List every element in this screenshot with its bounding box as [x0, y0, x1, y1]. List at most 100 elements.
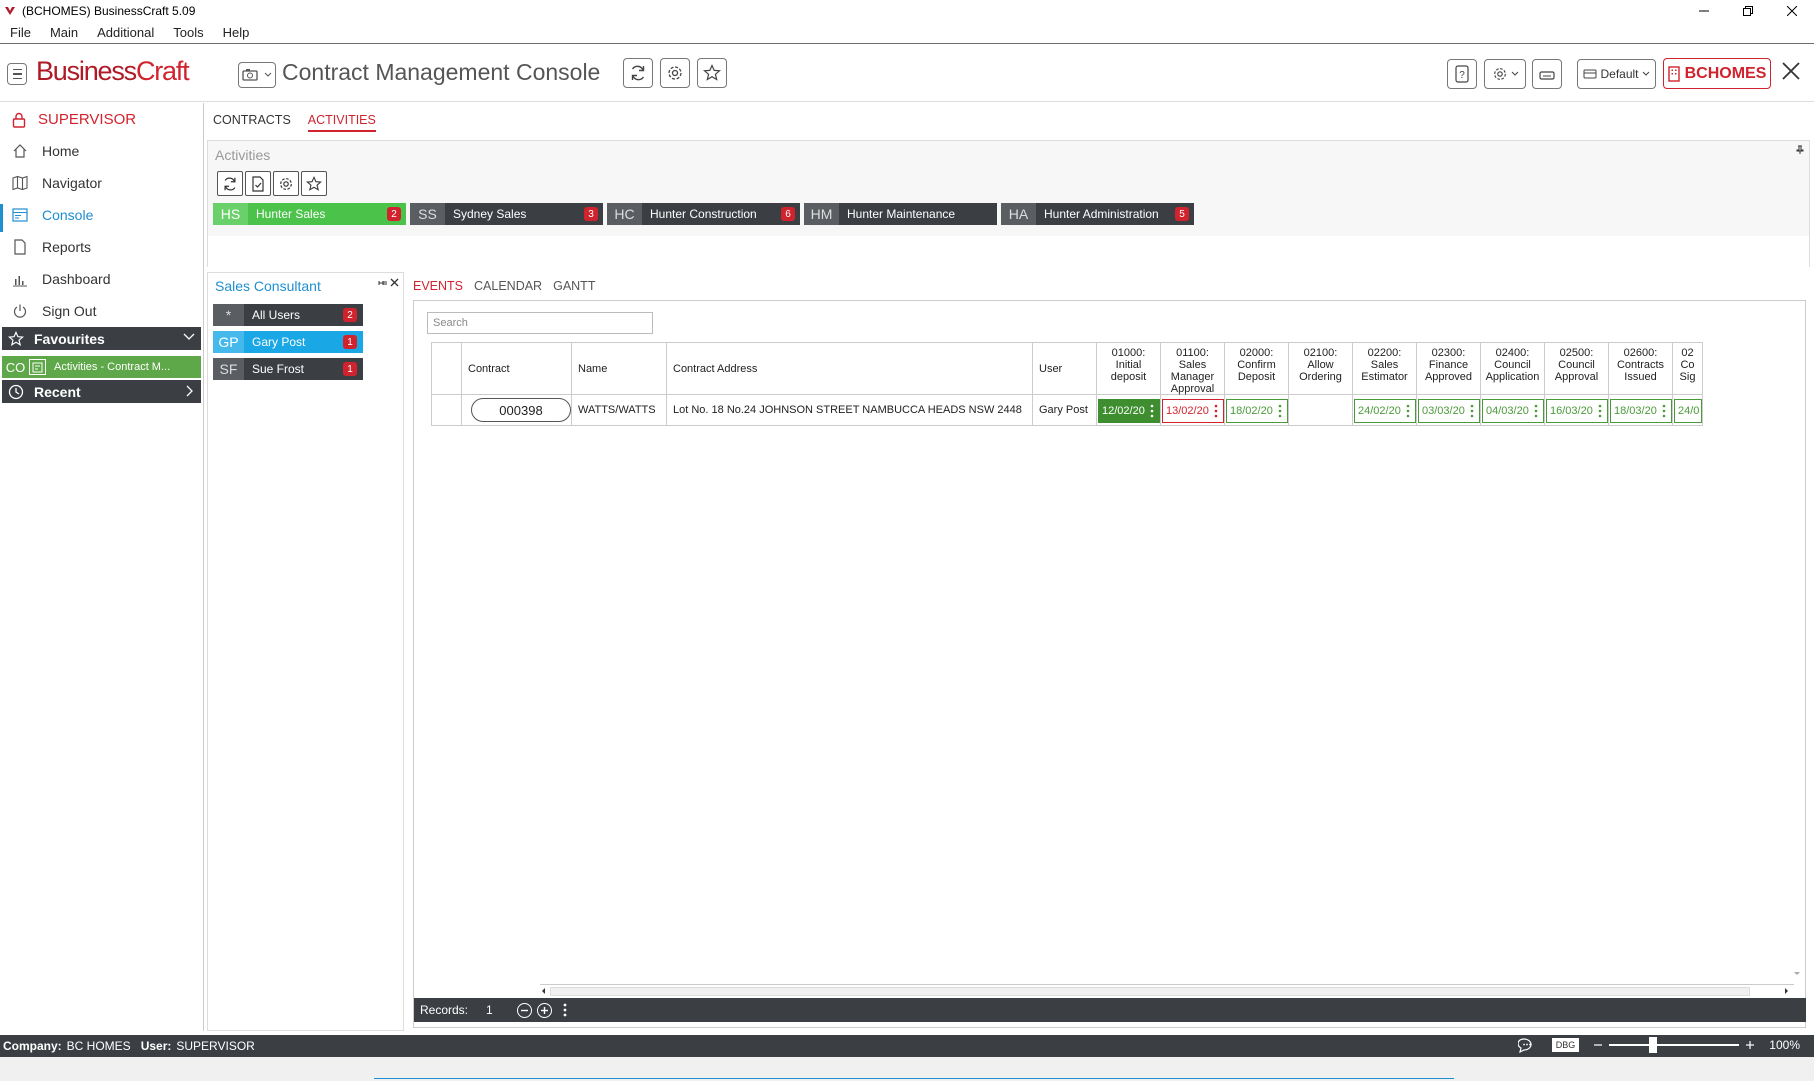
tab-gantt[interactable]: GANTT: [553, 279, 595, 293]
profile-dropdown[interactable]: Default: [1577, 59, 1656, 89]
zoom-out-icon[interactable]: [1593, 1040, 1603, 1050]
scroll-left-icon[interactable]: [540, 987, 548, 995]
checklist-button[interactable]: [245, 171, 271, 196]
zoom-slider-thumb[interactable]: [1649, 1037, 1658, 1053]
column-header-activity[interactable]: 02400: Council Application: [1481, 342, 1545, 395]
tab-contracts[interactable]: CONTRACTS: [213, 113, 291, 132]
activity-date-button[interactable]: 24/02/20: [1354, 399, 1416, 423]
activity-date-button[interactable]: 18/02/20: [1226, 399, 1288, 423]
sidebar-item-navigator[interactable]: Navigator: [12, 175, 102, 191]
debug-button[interactable]: DBG: [1551, 1038, 1580, 1052]
more-options-icon[interactable]: [1278, 404, 1282, 418]
activity-date-button[interactable]: 16/03/20: [1546, 399, 1608, 423]
window-close-button[interactable]: [1770, 0, 1814, 22]
cell-address: Lot No. 18 No.24 JOHNSON STREET NAMBUCCA…: [667, 395, 1033, 426]
column-header-activity[interactable]: 02300: Finance Approved: [1417, 342, 1481, 395]
favourite-button[interactable]: [301, 171, 327, 196]
sidebar-item-home[interactable]: Home: [12, 143, 79, 159]
menu-tools[interactable]: Tools: [173, 25, 203, 40]
team-hunter-administration[interactable]: HA Hunter Administration 5: [1001, 203, 1194, 225]
options-dropdown-button[interactable]: [1484, 59, 1526, 89]
consultant-all-users[interactable]: * All Users 2: [213, 304, 363, 326]
favourite-item[interactable]: CO Activities - Contract M...: [2, 356, 201, 378]
minimize-button[interactable]: [1682, 0, 1726, 22]
column-header-activity[interactable]: 01000: Initial deposit: [1097, 342, 1161, 395]
scrollbar-thumb[interactable]: [550, 987, 1750, 996]
more-options-icon[interactable]: [563, 1003, 567, 1017]
activity-date-button[interactable]: 03/03/20: [1418, 399, 1480, 423]
sidebar-item-console[interactable]: Console: [12, 207, 93, 223]
company-button[interactable]: BCHOMES: [1663, 58, 1771, 89]
sidebar-item-sign-out[interactable]: Sign Out: [12, 303, 96, 319]
sidebar-item-dashboard[interactable]: Dashboard: [12, 271, 111, 287]
hamburger-menu-button[interactable]: [7, 63, 27, 85]
activity-date-button[interactable]: 12/02/20: [1098, 399, 1160, 423]
more-options-icon[interactable]: [1470, 404, 1474, 418]
activity-date-button[interactable]: 18/03/20: [1610, 399, 1672, 423]
column-header-activity[interactable]: 02100: Allow Ordering: [1289, 342, 1353, 395]
menu-main[interactable]: Main: [50, 25, 78, 40]
expand-all-button[interactable]: [536, 1002, 552, 1018]
menu-additional[interactable]: Additional: [97, 25, 154, 40]
sidebar-user[interactable]: SUPERVISOR: [12, 111, 136, 128]
refresh-button[interactable]: [217, 171, 243, 196]
status-bar: Company: BC HOMES User: SUPERVISOR DBG 1…: [0, 1035, 1814, 1057]
recent-header[interactable]: Recent: [2, 380, 201, 403]
menu-file[interactable]: File: [10, 25, 31, 40]
column-header-contract[interactable]: Contract: [462, 342, 572, 395]
column-header-user[interactable]: User: [1033, 342, 1097, 395]
scroll-right-icon[interactable]: [1782, 987, 1790, 995]
pin-icon[interactable]: [1795, 145, 1805, 155]
sidebar-item-reports[interactable]: Reports: [12, 239, 91, 255]
module-switch-button[interactable]: [238, 62, 276, 88]
column-header-name[interactable]: Name: [572, 342, 667, 395]
printer-button[interactable]: [1532, 59, 1562, 89]
refresh-button[interactable]: [623, 58, 653, 88]
pin-icon[interactable]: [378, 278, 388, 288]
more-options-icon[interactable]: [1150, 404, 1154, 418]
team-hunter-construction[interactable]: HC Hunter Construction 6: [607, 203, 800, 225]
favourites-header[interactable]: Favourites: [2, 327, 201, 350]
horizontal-scrollbar[interactable]: [540, 984, 1794, 996]
consultant-gary-post[interactable]: GP Gary Post 1: [213, 331, 363, 353]
column-header-activity[interactable]: 01100: Sales Manager Approval: [1161, 342, 1225, 395]
column-header-activity[interactable]: 02000: Confirm Deposit: [1225, 342, 1289, 395]
column-header-activity[interactable]: 02200: Sales Estimator: [1353, 342, 1417, 395]
tab-calendar[interactable]: CALENDAR: [474, 279, 542, 293]
column-header-activity[interactable]: 02600: Contracts Issued: [1609, 342, 1673, 395]
team-sydney-sales[interactable]: SS Sydney Sales 3: [410, 203, 603, 225]
tab-events[interactable]: EVENTS: [413, 279, 463, 293]
menu-help[interactable]: Help: [223, 25, 250, 40]
tab-activities[interactable]: ACTIVITIES: [307, 113, 376, 132]
activity-date-button[interactable]: 04/03/20: [1482, 399, 1544, 423]
help-button[interactable]: ?: [1447, 59, 1477, 89]
more-options-icon[interactable]: [1534, 404, 1538, 418]
chat-icon[interactable]: [1517, 1037, 1536, 1053]
settings-button[interactable]: [273, 171, 299, 196]
settings-button[interactable]: [660, 58, 690, 88]
column-header-address[interactable]: Contract Address: [667, 342, 1033, 395]
row-selector[interactable]: [431, 395, 462, 426]
column-header-activity[interactable]: 02 Co Sig: [1673, 342, 1703, 395]
collapse-all-button[interactable]: [516, 1002, 532, 1018]
status-user: SUPERVISOR: [176, 1039, 255, 1053]
favourite-button[interactable]: [697, 58, 727, 88]
close-icon[interactable]: [390, 278, 399, 288]
more-options-icon[interactable]: [1662, 404, 1666, 418]
scroll-down-icon[interactable]: [1793, 969, 1801, 977]
zoom-in-icon[interactable]: [1745, 1040, 1755, 1050]
team-hunter-sales[interactable]: HS Hunter Sales 2: [213, 203, 406, 225]
zoom-slider[interactable]: [1609, 1037, 1740, 1053]
team-hunter-maintenance[interactable]: HM Hunter Maintenance: [804, 203, 997, 225]
contract-number-button[interactable]: 000398: [471, 398, 571, 422]
consultant-sue-frost[interactable]: SF Sue Frost 1: [213, 358, 363, 380]
activity-date-button[interactable]: 24/0: [1674, 399, 1702, 423]
column-header-activity[interactable]: 02500: Council Approval: [1545, 342, 1609, 395]
more-options-icon[interactable]: [1598, 404, 1602, 418]
more-options-icon[interactable]: [1406, 404, 1410, 418]
more-options-icon[interactable]: [1214, 404, 1218, 418]
close-icon[interactable]: [1781, 61, 1801, 81]
activity-date-button[interactable]: 13/02/20: [1162, 399, 1224, 423]
restore-button[interactable]: [1726, 0, 1770, 22]
search-input[interactable]: Search: [427, 312, 653, 334]
